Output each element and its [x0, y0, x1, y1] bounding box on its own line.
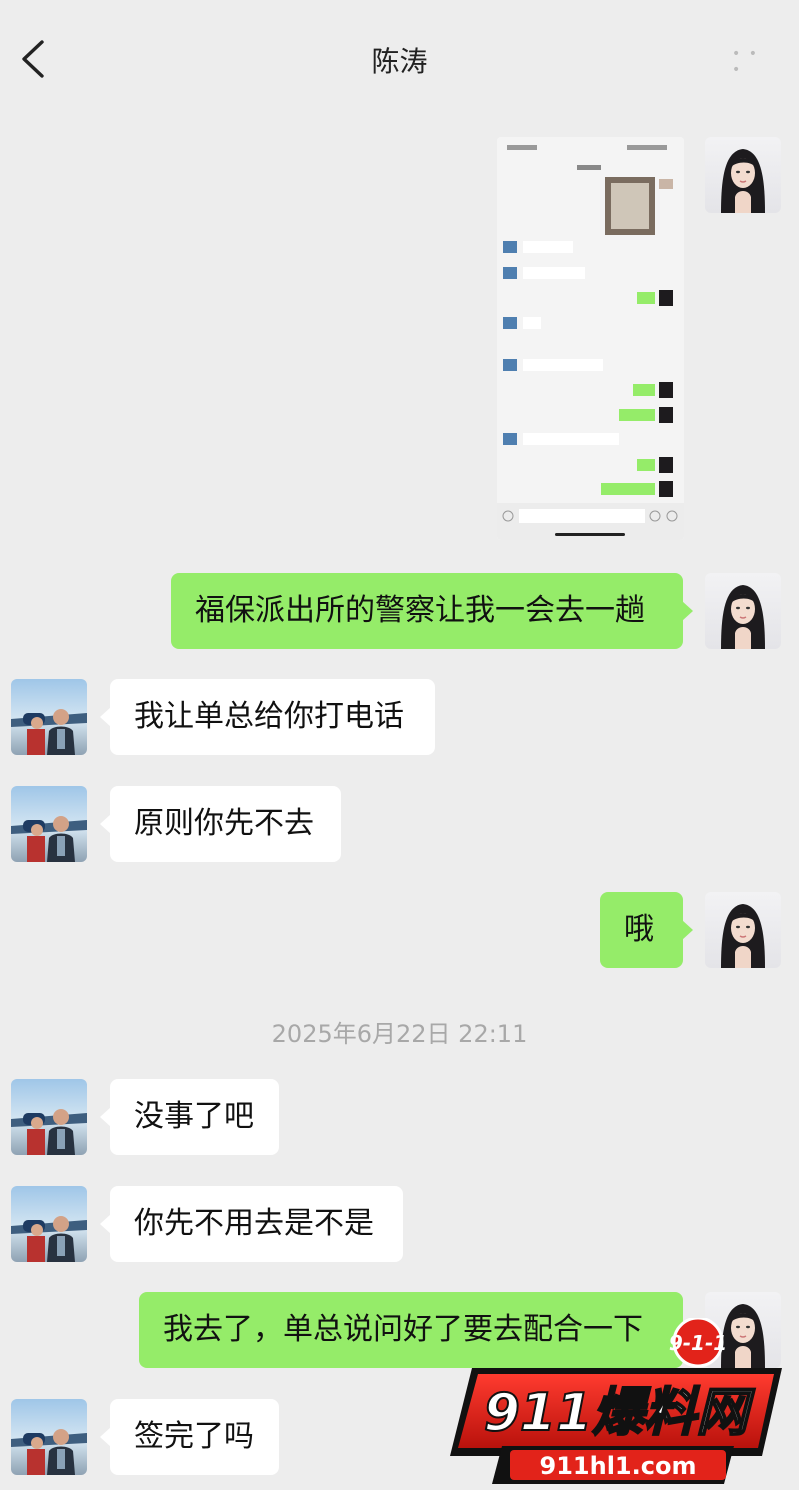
contact-avatar[interactable]: [11, 679, 87, 755]
woman-portrait-icon: [705, 573, 781, 649]
contact-avatar[interactable]: [11, 786, 87, 862]
message-bubble-self[interactable]: 福保派出所的警察让我一会去一趟: [171, 573, 693, 649]
chat-screenshot-image[interactable]: [497, 137, 684, 540]
message-bubble-other[interactable]: 你先不用去是不是: [100, 1186, 403, 1262]
men-on-boat-photo-icon: [11, 679, 87, 755]
chat-header: 陈涛 • • •: [0, 0, 799, 120]
message-bubble-other[interactable]: 我让单总给你打电话: [100, 679, 435, 755]
contact-avatar[interactable]: [11, 1186, 87, 1262]
message-bubble-other[interactable]: 没事了吧: [100, 1079, 279, 1155]
screenshot-content: [497, 137, 684, 540]
message-bubble-self[interactable]: 哦: [600, 892, 693, 968]
men-on-boat-photo-icon: [11, 786, 87, 862]
woman-portrait-icon: [705, 137, 781, 213]
watermark-logo: 9-1-1 911爆料网 911hl1.com: [450, 1318, 782, 1484]
message-timestamp: 2025年6月22日 22:11: [271, 1020, 528, 1048]
contact-avatar[interactable]: [11, 1079, 87, 1155]
chat-title: 陈涛: [371, 45, 428, 78]
more-options-icon[interactable]: • • •: [732, 46, 772, 78]
self-avatar[interactable]: [705, 892, 781, 968]
men-on-boat-photo-icon: [11, 1186, 87, 1262]
self-avatar[interactable]: [705, 573, 781, 649]
message-bubble-other[interactable]: 签完了吗: [100, 1399, 279, 1475]
men-on-boat-photo-icon: [11, 1399, 87, 1475]
watermark-badge-text: 9-1-1: [669, 1331, 727, 1355]
watermark-url-text: 911hl1.com: [540, 1452, 697, 1480]
contact-avatar[interactable]: [11, 1399, 87, 1475]
self-avatar[interactable]: [705, 137, 781, 213]
men-on-boat-photo-icon: [11, 1079, 87, 1155]
woman-portrait-icon: [705, 892, 781, 968]
message-bubble-other[interactable]: 原则你先不去: [100, 786, 341, 862]
watermark-brand-text: 911爆料网: [484, 1383, 756, 1443]
